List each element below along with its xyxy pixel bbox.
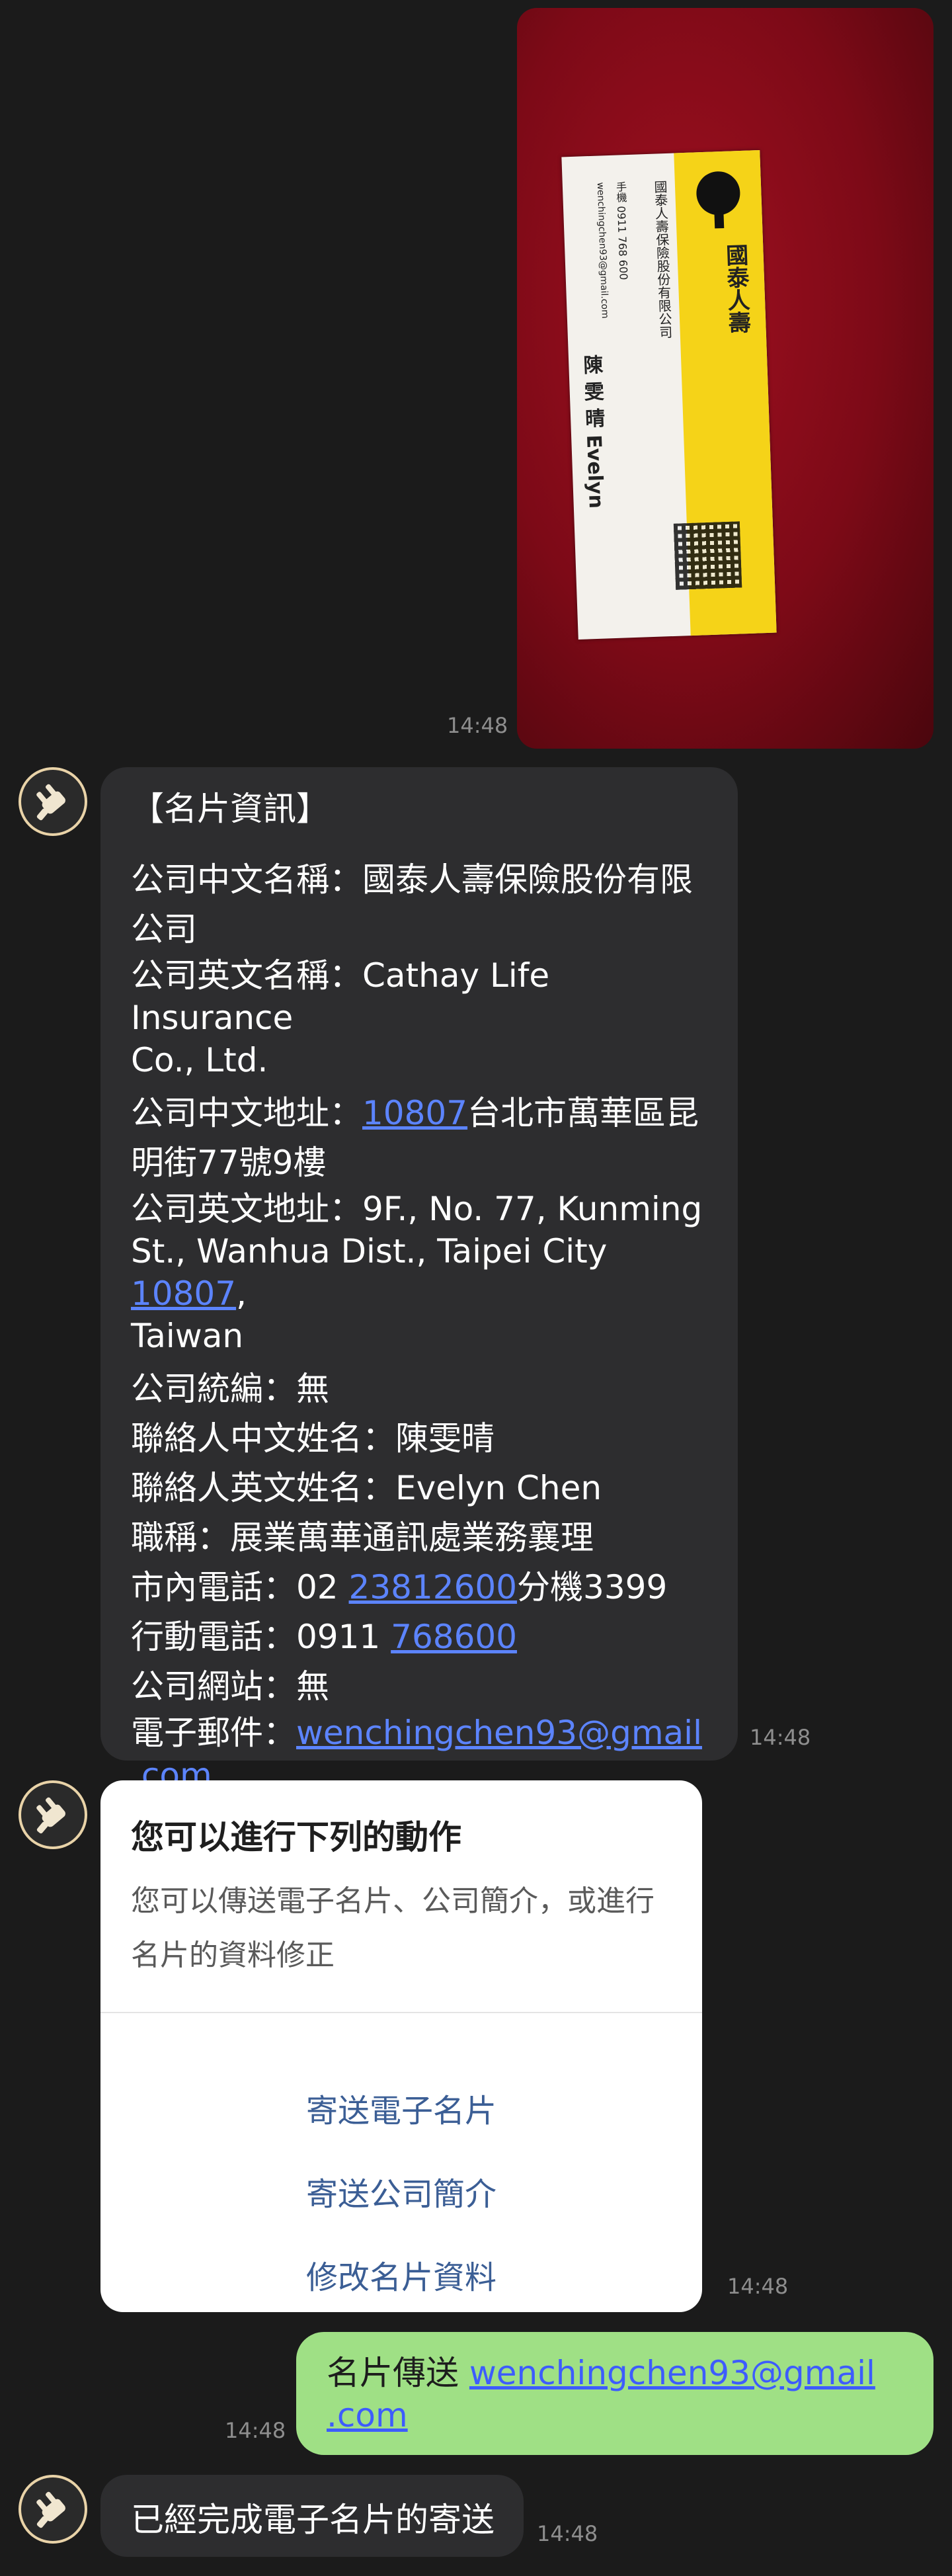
telephone-link[interactable]: 23812600 (349, 1568, 518, 1606)
action-card-description: 您可以傳送電子名片、公司簡介，或進行名片的資料修正 (131, 1884, 654, 1972)
info-website: 公司網站：無 (131, 1667, 329, 1706)
edit-card-data-button[interactable]: 修改名片資料 (100, 2251, 702, 2298)
mobile-link[interactable]: 768600 (391, 1618, 517, 1656)
address-en-prefix: St., Wanhua Dist., Taipei City (131, 1232, 608, 1270)
card-company-name: 國泰人壽 (721, 243, 751, 335)
info-email: 電子郵件：wenchingchen93@gmail (131, 1712, 713, 1754)
telephone-prefix: 市內電話：02 (131, 1568, 349, 1606)
address-cn-zip-link[interactable]: 10807 (362, 1094, 467, 1132)
card-info-text: 【名片資訊】 公司中文名稱：國泰人壽保險股份有限 公司 公司英文名稱：Catha… (131, 784, 713, 1796)
address-en-zip-link[interactable]: 10807 (131, 1274, 236, 1313)
cathay-tree-logo (695, 171, 741, 216)
bot-confirm-bubble: 已經完成電子名片的寄送 (100, 2475, 524, 2557)
user-reply-email-link[interactable]: wenchingchen93@gmail (469, 2354, 875, 2392)
info-contact-cn: 聯絡人中文姓名：陳雯晴 (131, 1419, 495, 1458)
divider (100, 2012, 702, 2013)
plug-icon (36, 784, 65, 821)
address-cn-prefix: 公司中文地址： (131, 1094, 362, 1132)
user-reply-timestamp: 14:48 (225, 2418, 286, 2443)
info-contact-en: 聯絡人英文姓名：Evelyn Chen (131, 1469, 602, 1507)
telephone-ext: 分機3399 (517, 1568, 668, 1606)
info-address-en-2: St., Wanhua Dist., Taipei City 10807, (131, 1230, 713, 1315)
info-address-cn-cont: 明街77號9樓 (131, 1143, 327, 1182)
photo-timestamp: 14:48 (447, 713, 508, 738)
info-company-cn-cont: 公司 (131, 910, 197, 948)
info-address-en: 公司英文地址：9F., No. 77, Kunming (131, 1190, 703, 1228)
email-prefix: 電子郵件： (131, 1714, 296, 1752)
action-card: 您可以進行下列的動作 您可以傳送電子名片、公司簡介，或進行名片的資料修正 寄送電… (100, 1780, 702, 2312)
qr-code-icon (673, 521, 742, 590)
info-tax-id: 公司統編：無 (131, 1370, 329, 1408)
address-cn-rest: 台北市萬華區昆 (467, 1094, 699, 1132)
address-en-comma: , (236, 1274, 247, 1313)
user-reply-email-link-cont[interactable]: .com (327, 2396, 408, 2434)
cathay-tree-trunk (714, 210, 725, 229)
business-card-photo[interactable]: 國泰人壽 國泰人壽保險股份有限公司 手機 0911 768 600 wenchi… (517, 8, 933, 749)
bot-confirm-text: 已經完成電子名片的寄送 (131, 2501, 495, 2539)
info-telephone: 市內電話：02 23812600分機3399 (131, 1563, 713, 1612)
info-company-en-cont: Co., Ltd. (131, 1041, 268, 1079)
info-heading: 【名片資訊】 (131, 790, 329, 828)
email-link-part1[interactable]: wenchingchen93@gmail (296, 1714, 702, 1752)
action-card-title: 您可以進行下列的動作 (131, 1818, 461, 1856)
info-timestamp: 14:48 (750, 1725, 811, 1750)
send-ecard-button[interactable]: 寄送電子名片 (100, 2085, 702, 2131)
mobile-prefix: 行動電話：0911 (131, 1618, 391, 1656)
info-mobile: 行動電話：0911 768600 (131, 1612, 713, 1662)
plug-icon (36, 2491, 65, 2528)
card-subtitle: 國泰人壽保險股份有限公司 (651, 179, 674, 339)
info-company-cn: 公司中文名稱：國泰人壽保險股份有限 (131, 860, 693, 899)
business-card: 國泰人壽 國泰人壽保險股份有限公司 手機 0911 768 600 wenchi… (561, 149, 777, 640)
user-reply-prefix: 名片傳送 (327, 2354, 469, 2392)
info-job-title: 職稱：展業萬華通訊處業務襄理 (131, 1518, 594, 1557)
send-company-profile-button[interactable]: 寄送公司簡介 (100, 2168, 702, 2214)
user-reply-text: 名片傳送 wenchingchen93@gmail .com (327, 2352, 908, 2436)
card-email: wenchingchen93@gmail.com (594, 182, 610, 319)
bot-confirm-timestamp: 14:48 (537, 2521, 598, 2546)
bot-avatar[interactable] (19, 1780, 87, 1849)
plug-icon (36, 1797, 65, 1834)
info-address-en-cont: Taiwan (131, 1317, 244, 1355)
card-phone: 手機 0911 768 600 (614, 181, 630, 280)
actions-timestamp: 14:48 (727, 2274, 789, 2299)
user-reply-bubble: 名片傳送 wenchingchen93@gmail .com (296, 2332, 933, 2455)
card-person-name: 陳 雯 晴 Evelyn (578, 354, 608, 509)
bot-avatar[interactable] (19, 767, 87, 836)
bot-avatar[interactable] (19, 2475, 87, 2544)
info-company-en: 公司英文名稱：Cathay Life Insurance (131, 956, 550, 1037)
info-address-cn: 公司中文地址：10807台北市萬華區昆 (131, 1089, 713, 1138)
